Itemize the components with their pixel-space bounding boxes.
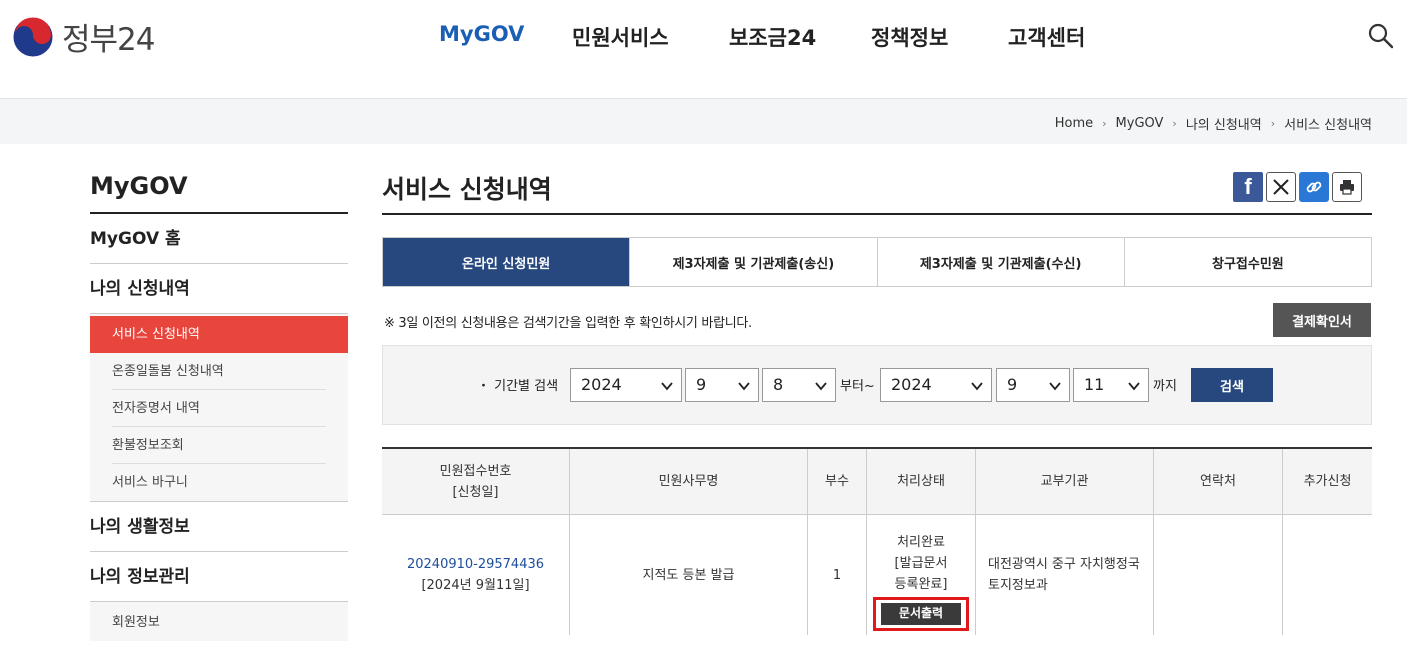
header-extra-request: 추가신청: [1303, 474, 1352, 489]
from-month-value: 9: [696, 375, 707, 394]
facebook-icon[interactable]: f: [1233, 172, 1263, 202]
applications-table: 민원접수번호 [신청일] 민원사무명 부수 처리상태 교부기관 연락처 추가신청…: [382, 447, 1372, 635]
from-year-value: 2024: [581, 375, 622, 394]
search-button[interactable]: 검색: [1191, 368, 1273, 402]
cell-agency: 대전광역시 중구 자치행정국 토지정보과: [976, 515, 1154, 635]
search-icon[interactable]: [1367, 22, 1395, 50]
application-tabs: 온라인 신청민원 제3자제출 및 기관제출(송신) 제3자제출 및 기관제출(수…: [382, 237, 1372, 287]
nav-policy-info[interactable]: 정책정보: [871, 22, 948, 52]
period-search-box: ・ 기간별 검색 2024 9 8 부터~ 2024 9 11 까지 검색: [382, 345, 1372, 425]
nav-mygov[interactable]: MyGOV: [439, 22, 524, 46]
apply-date: [2024년 9월11일]: [421, 578, 530, 593]
notice-text: ※ 3일 이전의 신청내용은 검색기간을 입력한 후 확인하시기 바랍니다.: [384, 316, 752, 331]
from-year-select[interactable]: 2024: [570, 368, 682, 402]
tab-online-applications[interactable]: 온라인 신청민원: [383, 238, 631, 286]
chevron-right-icon: ›: [1102, 117, 1107, 130]
link-icon[interactable]: [1299, 172, 1329, 202]
status-detail-line2: 등록완료]: [894, 576, 948, 592]
header-contact: 연락처: [1154, 449, 1283, 514]
sidebar-item-mygov-home[interactable]: MyGOV 홈: [90, 214, 348, 264]
share-toolbar: f: [1233, 172, 1365, 202]
chevron-down-icon: [661, 382, 673, 391]
sidebar-submenu: 회원정보: [90, 602, 348, 641]
tab-counter-applications[interactable]: 창구접수민원: [1125, 238, 1371, 286]
sidebar-subitem-all-day-care[interactable]: 온종일돌봄 신청내역: [112, 353, 326, 390]
agency-line1: 대전광역시 중구 자치행정국: [988, 557, 1140, 572]
breadcrumb-mygov[interactable]: MyGOV: [1116, 116, 1164, 131]
tab-third-party-sent[interactable]: 제3자제출 및 기관제출(송신): [630, 238, 878, 286]
nav-civil-service[interactable]: 민원서비스: [572, 22, 669, 52]
header-copies: 부수: [808, 449, 867, 514]
sidebar-menu: MyGOV 홈 나의 신청내역 서비스 신청내역 온종일돌봄 신청내역 전자증명…: [90, 214, 348, 641]
from-day-select[interactable]: 8: [762, 368, 836, 402]
sidebar-subitem-refund-info[interactable]: 환불정보조회: [112, 427, 326, 464]
to-year-value: 2024: [891, 375, 932, 394]
global-nav: MyGOV 민원서비스 보조금24 정책정보 고객센터: [0, 22, 1407, 52]
table-header: 민원접수번호 [신청일] 민원사무명 부수 처리상태 교부기관 연락처 추가신청: [382, 449, 1372, 515]
sidebar-subitem-e-certificates[interactable]: 전자증명서 내역: [112, 390, 326, 427]
chevron-down-icon: [1049, 382, 1061, 391]
cell-receipt-no: 20240910-29574436 [2024년 9월11일]: [382, 515, 570, 635]
to-day-select[interactable]: 11: [1073, 368, 1149, 402]
period-search-label: ・ 기간별 검색: [477, 379, 559, 394]
cell-contact: [1154, 515, 1283, 635]
header-status: 처리상태: [867, 449, 976, 514]
chevron-down-icon: [815, 382, 827, 391]
sidebar-item-my-applications[interactable]: 나의 신청내역: [90, 264, 348, 314]
tab-third-party-received[interactable]: 제3자제출 및 기관제출(수신): [878, 238, 1125, 286]
sidebar-title: MyGOV: [90, 172, 188, 200]
cell-extra-request: [1283, 515, 1372, 635]
header-receipt-no-label: 민원접수번호: [439, 463, 512, 479]
x-icon[interactable]: [1266, 172, 1296, 202]
breadcrumb-bar: Home › MyGOV › 나의 신청내역 › 서비스 신청내역: [0, 98, 1407, 144]
header-agency: 교부기관: [976, 449, 1154, 514]
status-detail-line1: [발급문서: [894, 555, 948, 571]
to-suffix: 까지: [1153, 379, 1177, 394]
status-text: 처리완료: [897, 534, 945, 550]
receipt-number-link[interactable]: 20240910-29574436: [407, 554, 544, 575]
print-button-highlight: 문서출력: [873, 596, 969, 631]
to-month-select[interactable]: 9: [996, 368, 1070, 402]
cell-status: 처리완료 [발급문서 등록완료] 문서출력: [867, 515, 976, 635]
header-apply-date-label: [신청일]: [452, 484, 499, 500]
header: 정부24 MyGOV 민원서비스 보조금24 정책정보 고객센터: [0, 0, 1407, 98]
nav-customer-center[interactable]: 고객센터: [1008, 22, 1085, 52]
breadcrumb-applications[interactable]: 나의 신청내역: [1186, 114, 1262, 133]
chevron-down-icon: [971, 382, 983, 391]
page-title: 서비스 신청내역: [382, 175, 552, 204]
to-year-select[interactable]: 2024: [880, 368, 992, 402]
print-icon[interactable]: [1332, 172, 1362, 202]
header-service-name: 민원사무명: [570, 449, 808, 514]
sidebar-subitem-service-basket[interactable]: 서비스 바구니: [112, 464, 326, 501]
title-divider: [382, 213, 1372, 215]
table-row: 20240910-29574436 [2024년 9월11일] 지적도 등본 발…: [382, 515, 1372, 635]
chevron-down-icon: [1128, 382, 1140, 391]
sidebar-submenu: 서비스 신청내역 온종일돌봄 신청내역 전자증명서 내역 환불정보조회 서비스 …: [90, 314, 348, 502]
from-suffix: 부터~: [840, 379, 875, 394]
from-month-select[interactable]: 9: [685, 368, 759, 402]
agency-line2: 토지정보과: [988, 578, 1048, 593]
to-month-value: 9: [1007, 375, 1018, 394]
breadcrumb-current: 서비스 신청내역: [1284, 118, 1372, 133]
chevron-right-icon: ›: [1172, 117, 1177, 130]
document-print-button[interactable]: 문서출력: [881, 602, 961, 625]
chevron-down-icon: [738, 382, 750, 391]
sidebar-subitem-member-info[interactable]: 회원정보: [112, 604, 326, 641]
nav-subsidy24[interactable]: 보조금24: [729, 22, 816, 52]
sidebar-item-life-info[interactable]: 나의 생활정보: [90, 502, 348, 552]
cell-copies: 1: [808, 515, 867, 635]
breadcrumb: Home › MyGOV › 나의 신청내역 › 서비스 신청내역: [1055, 114, 1372, 133]
breadcrumb-home[interactable]: Home: [1055, 116, 1093, 131]
header-receipt-no: 민원접수번호 [신청일]: [382, 449, 570, 514]
cell-service-name: 지적도 등본 발급: [570, 515, 808, 635]
sidebar-subitem-service-applications[interactable]: 서비스 신청내역: [90, 316, 348, 353]
from-day-value: 8: [773, 375, 784, 394]
payment-confirmation-button[interactable]: 결제확인서: [1273, 303, 1371, 337]
to-day-value: 11: [1084, 375, 1105, 394]
sidebar-item-info-management[interactable]: 나의 정보관리: [90, 552, 348, 602]
chevron-right-icon: ›: [1270, 117, 1276, 130]
